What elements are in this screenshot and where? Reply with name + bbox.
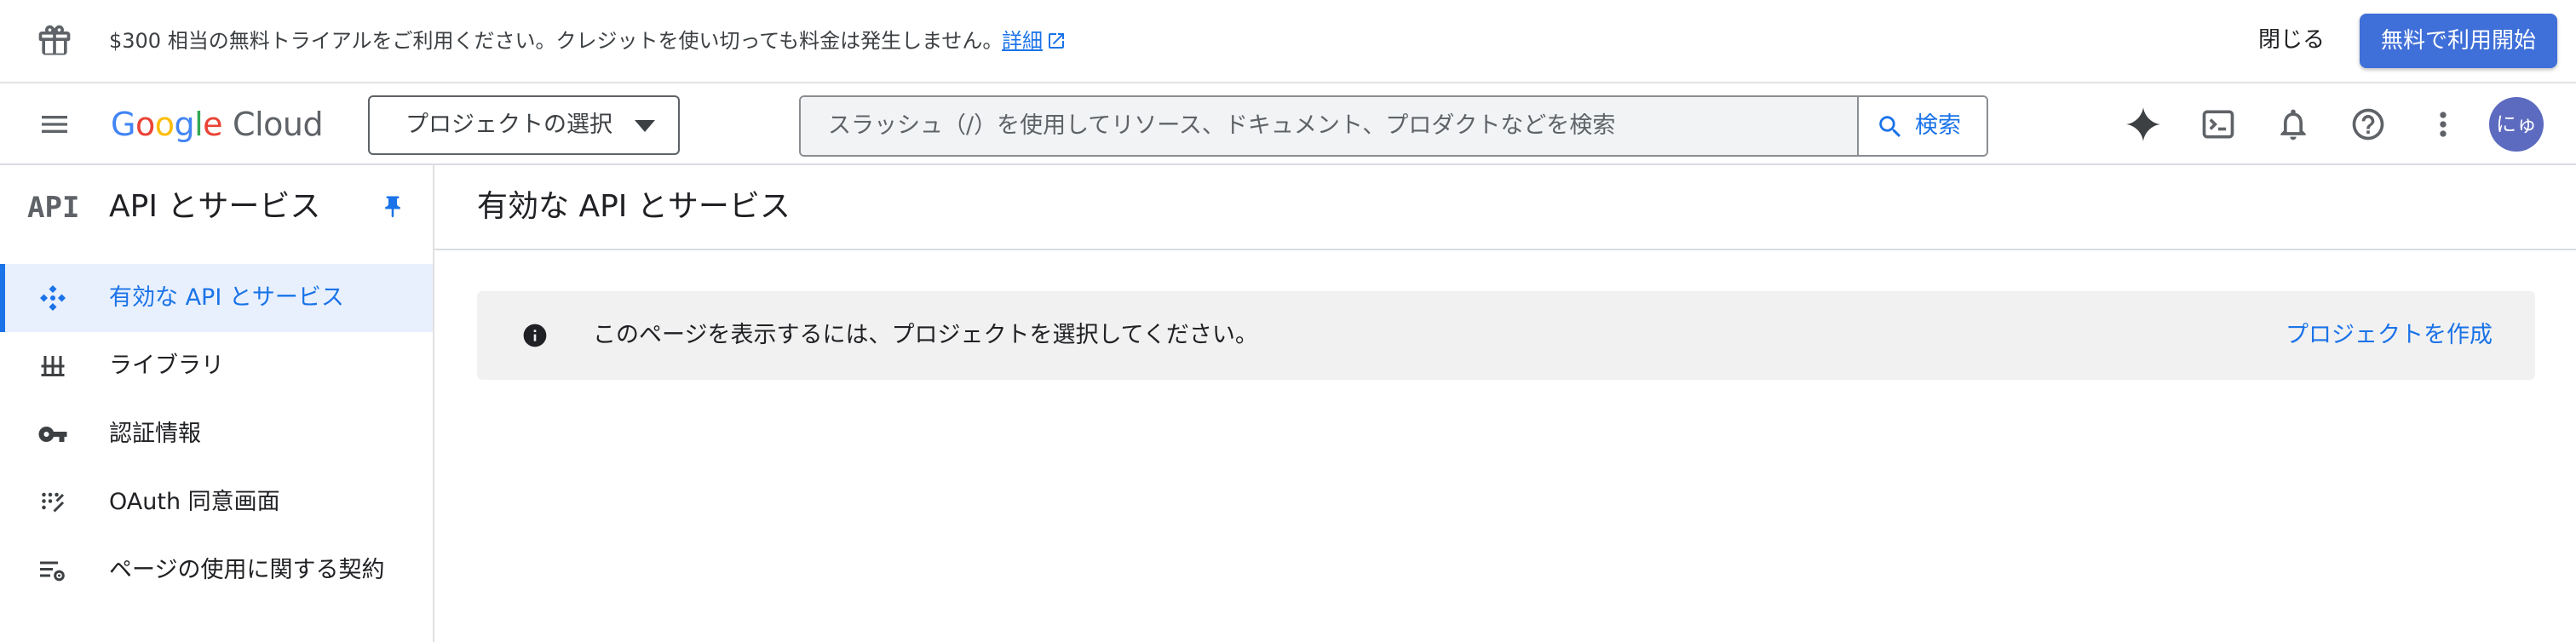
cloud-shell-icon[interactable] — [2199, 106, 2237, 143]
dropdown-arrow-icon — [634, 119, 656, 133]
library-icon — [37, 351, 68, 381]
sidebar-item-label: OAuth 同意画面 — [109, 489, 280, 515]
sidebar: API API とサービス 有効な API とサービス ライブラリ 認証情報 O… — [0, 165, 434, 642]
search-placeholder: スラッシュ（/）を使用してリソース、ドキュメント、プロダクトなどを検索 — [828, 112, 1616, 139]
search-button-label: 検索 — [1915, 112, 1961, 139]
create-project-link[interactable]: プロジェクトを作成 — [2286, 291, 2493, 380]
logo-letter: o — [154, 106, 175, 143]
project-selector-label: プロジェクトの選択 — [405, 112, 612, 138]
logo-letter: e — [203, 106, 223, 143]
sidebar-item-credentials[interactable]: 認証情報 — [0, 400, 433, 468]
google-cloud-logo[interactable]: Google Cloud — [111, 102, 324, 146]
sidebar-item-label: ライブラリ — [109, 353, 224, 379]
logo-letter: o — [135, 106, 155, 143]
account-avatar[interactable]: にゅ — [2489, 97, 2544, 152]
details-link[interactable]: 詳細 — [1002, 22, 1043, 60]
search-button[interactable]: 検索 — [1857, 97, 1987, 155]
info-icon — [521, 322, 549, 349]
sidebar-item-label: 有効な API とサービス — [109, 284, 344, 311]
pin-icon[interactable] — [380, 194, 405, 220]
logo-letter: G — [111, 106, 135, 143]
sidebar-item-label: 認証情報 — [109, 421, 201, 447]
start-free-trial-button[interactable]: 無料で利用開始 — [2360, 14, 2557, 68]
page-usage-agreement-icon — [37, 555, 68, 586]
sidebar-item-label: ページの使用に関する契約 — [109, 557, 385, 583]
open-in-new-icon[interactable] — [1046, 31, 1067, 51]
promo-banner: $300 相当の無料トライアルをご利用ください。クレジットを使い切っても料金は発… — [0, 0, 2576, 83]
key-icon — [37, 419, 68, 450]
more-vert-icon[interactable] — [2424, 106, 2462, 143]
sidebar-item-page-usage-agreements[interactable]: ページの使用に関する契約 — [0, 536, 433, 605]
gemini-icon[interactable] — [2125, 106, 2162, 143]
logo-cloud-text: Cloud — [233, 106, 324, 143]
sidebar-title: API とサービス — [109, 189, 321, 224]
notice-message: このページを表示するには、プロジェクトを選択してください。 — [593, 322, 1258, 348]
close-banner-button[interactable]: 閉じる — [2240, 14, 2343, 66]
page-header: 有効な API とサービス — [434, 165, 2576, 250]
sidebar-item-library[interactable]: ライブラリ — [0, 332, 433, 400]
api-logo-icon: API — [27, 191, 80, 225]
gift-icon — [36, 22, 73, 60]
banner-message: $300 相当の無料トライアルをご利用ください。クレジットを使い切っても料金は発… — [109, 29, 1003, 53]
help-icon[interactable] — [2349, 106, 2387, 143]
notifications-icon[interactable] — [2274, 106, 2312, 143]
logo-letter: l — [194, 106, 204, 143]
oauth-consent-icon — [37, 487, 68, 518]
page-title: 有効な API とサービス — [477, 189, 791, 224]
project-selector-button[interactable]: プロジェクトの選択 — [368, 95, 680, 155]
enabled-apis-icon — [37, 283, 68, 313]
select-project-notice: このページを表示するには、プロジェクトを選択してください。 プロジェクトを作成 — [477, 291, 2535, 380]
sidebar-item-enabled-apis[interactable]: 有効な API とサービス — [0, 264, 433, 332]
sidebar-item-oauth-consent[interactable]: OAuth 同意画面 — [0, 468, 433, 536]
hamburger-menu-icon[interactable] — [37, 107, 72, 141]
search-bar: スラッシュ（/）を使用してリソース、ドキュメント、プロダクトなどを検索 検索 — [799, 95, 1988, 157]
logo-letter: g — [174, 106, 195, 143]
search-input[interactable]: スラッシュ（/）を使用してリソース、ドキュメント、プロダクトなどを検索 — [801, 97, 1857, 155]
top-bar: Google Cloud プロジェクトの選択 スラッシュ（/）を使用してリソース、… — [0, 83, 2576, 165]
